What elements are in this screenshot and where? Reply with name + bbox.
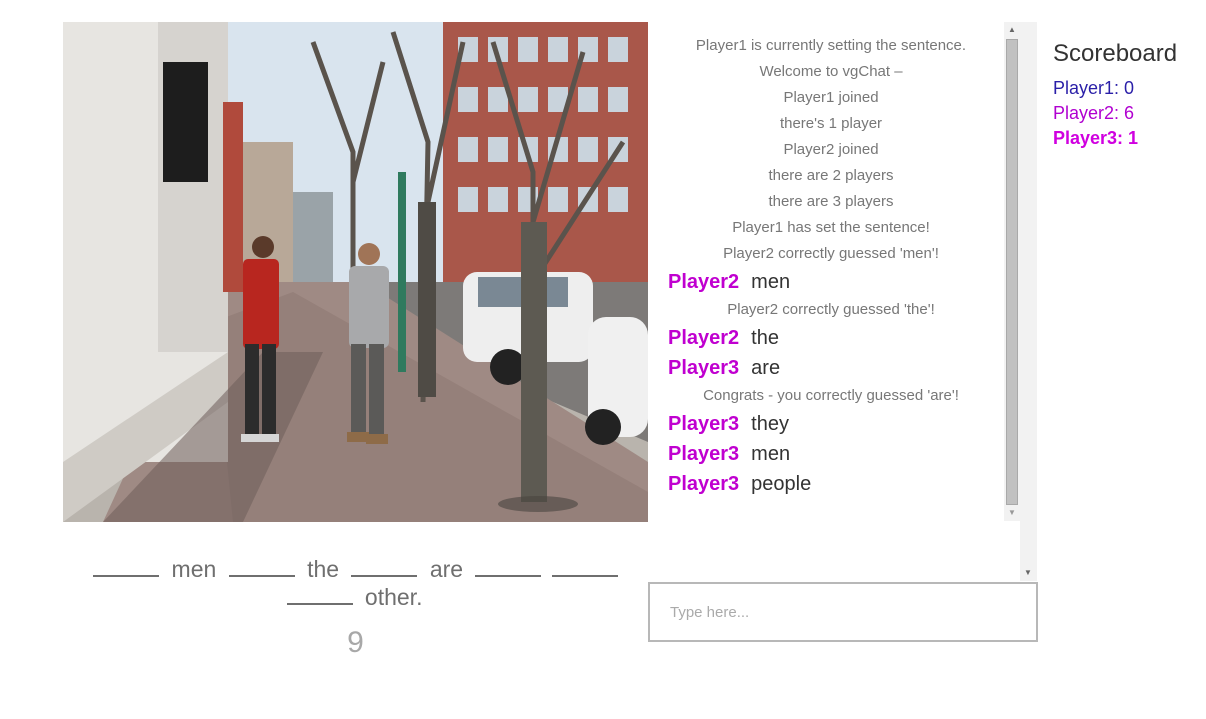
message-player-name: Player2 bbox=[668, 271, 740, 293]
revealed-word: men bbox=[171, 556, 217, 582]
chat-message: Player3 they bbox=[658, 409, 1004, 439]
system-message: Player1 is currently setting the sentenc… bbox=[695, 37, 967, 54]
chat-input[interactable] bbox=[648, 582, 1038, 642]
revealed-word: the bbox=[307, 556, 340, 582]
message-text: men bbox=[751, 271, 791, 293]
score-list: Player1: 0 Player2: 6 Player3: 1 bbox=[1053, 76, 1203, 151]
countdown-timer: 9 bbox=[347, 626, 364, 659]
message-player-name: Player3 bbox=[668, 443, 740, 465]
message-player-name: Player3 bbox=[668, 413, 740, 435]
system-message: Player1 joined bbox=[783, 89, 879, 106]
word-blank bbox=[286, 583, 353, 605]
system-message: Player2 correctly guessed 'the'! bbox=[727, 301, 935, 318]
revealed-word: are bbox=[429, 556, 464, 582]
message-player-name: Player3 bbox=[668, 473, 740, 495]
street-scene-image bbox=[63, 22, 648, 522]
chat-scrollbar[interactable]: ▲ ▼ bbox=[1004, 22, 1020, 521]
scroll-down-arrow-icon[interactable]: ▼ bbox=[1020, 565, 1036, 581]
message-text: people bbox=[751, 473, 812, 495]
word-blank bbox=[475, 555, 542, 577]
system-message: Congrats - you correctly guessed 'are'! bbox=[703, 387, 959, 404]
message-text: men bbox=[751, 443, 791, 465]
scroll-up-arrow-icon[interactable]: ▲ bbox=[1004, 22, 1020, 38]
scoreboard-title: Scoreboard bbox=[1053, 40, 1178, 67]
system-message: there are 3 players bbox=[768, 193, 894, 210]
message-text: they bbox=[751, 413, 789, 435]
score-entry: Player3: 1 bbox=[1053, 128, 1139, 148]
chat-log: Player1 is currently setting the sentenc… bbox=[658, 22, 1004, 520]
system-message: there are 2 players bbox=[768, 167, 894, 184]
word-blank bbox=[551, 555, 618, 577]
word-blank bbox=[351, 555, 418, 577]
system-message: Player2 joined bbox=[783, 141, 879, 158]
scrollbar-thumb[interactable] bbox=[1006, 39, 1018, 505]
game-photo bbox=[63, 22, 648, 522]
system-message: there's 1 player bbox=[779, 115, 883, 132]
score-entry: Player2: 6 bbox=[1053, 103, 1135, 123]
revealed-word: other. bbox=[364, 584, 423, 610]
page-scrollbar[interactable]: ▼ bbox=[1020, 22, 1037, 581]
scoreboard: Scoreboard Player1: 0 Player2: 6 Player3: … bbox=[1053, 40, 1203, 151]
sentence-puzzle: men the are other. bbox=[63, 555, 648, 611]
message-player-name: Player3 bbox=[668, 357, 740, 379]
message-text: the bbox=[751, 327, 779, 349]
message-text: are bbox=[751, 357, 781, 379]
chat-message: Player3 are bbox=[658, 353, 1004, 383]
message-player-name: Player2 bbox=[668, 327, 740, 349]
chat-message: Player2 the bbox=[658, 323, 1004, 353]
scroll-down-arrow-icon[interactable]: ▼ bbox=[1004, 505, 1020, 521]
system-message: Player2 correctly guessed 'men'! bbox=[723, 245, 939, 262]
score-entry: Player1: 0 bbox=[1053, 78, 1135, 98]
chat-message: Player3 men bbox=[658, 439, 1004, 469]
system-message: Player1 has set the sentence! bbox=[732, 219, 930, 236]
chat-message: Player3 people bbox=[658, 469, 1004, 499]
chat-message: Player2 men bbox=[658, 267, 1004, 297]
word-blank bbox=[93, 555, 160, 577]
word-blank bbox=[228, 555, 295, 577]
system-message: Welcome to vgChat – bbox=[759, 63, 903, 80]
